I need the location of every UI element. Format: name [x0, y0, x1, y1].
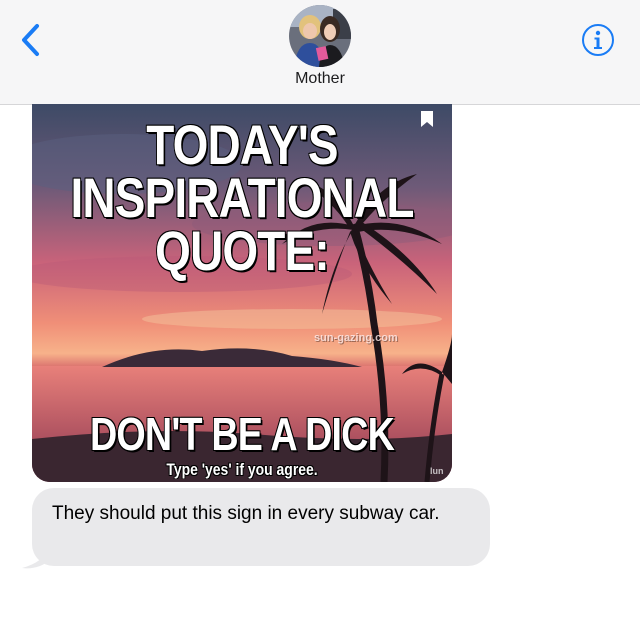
bookmark-icon[interactable] [420, 110, 434, 128]
conversation-header: Mother [0, 0, 640, 105]
avatar-photo [289, 5, 351, 67]
contact-avatar[interactable] [289, 5, 351, 67]
bookmark-shape [421, 111, 433, 127]
contact-name[interactable]: Mother [0, 70, 640, 88]
chevron-left-icon [22, 24, 39, 56]
meme-subtext: Type 'yes' if you agree. [166, 460, 318, 479]
incoming-message-bubble[interactable]: They should put this sign in every subwa… [32, 488, 490, 566]
info-button[interactable] [580, 22, 616, 58]
meme-title-line: TODAY'S [145, 113, 339, 176]
meme-title-line: QUOTE: [154, 219, 330, 282]
meme-title-line: INSPIRATIONAL [70, 166, 416, 229]
meme-title: TODAY'S INSPIRATIONAL QUOTE: [70, 113, 416, 282]
meme-punchline: DON'T BE A DICK [89, 408, 395, 460]
info-icon [582, 24, 614, 56]
meme-corner-mark: lun [430, 466, 444, 476]
back-button[interactable] [14, 22, 48, 58]
meme-image-message[interactable]: TODAY'S INSPIRATIONAL QUOTE: sun-gazing.… [32, 104, 452, 482]
meme-watermark: sun-gazing.com [314, 332, 398, 344]
